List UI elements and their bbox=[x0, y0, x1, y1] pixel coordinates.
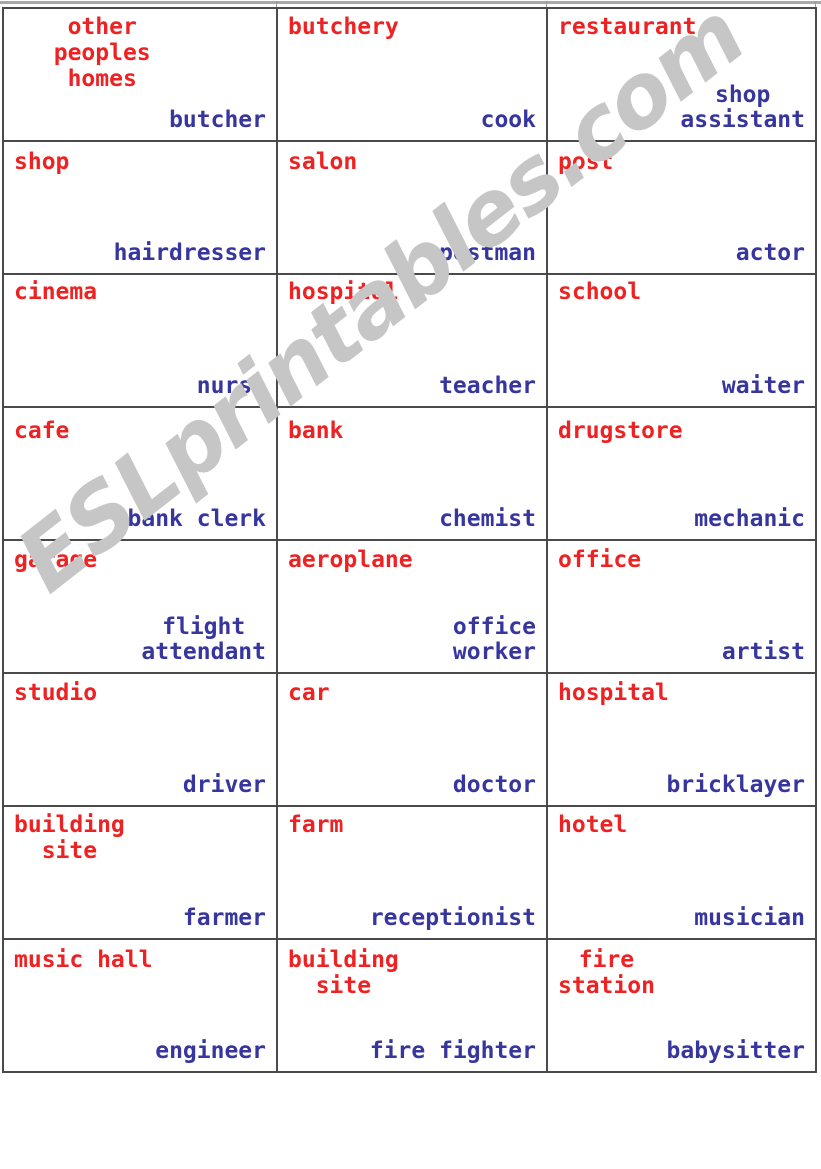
job-label: actor bbox=[735, 240, 805, 267]
job-label: fire fighter bbox=[369, 1038, 536, 1065]
job-label: driver bbox=[182, 772, 266, 799]
job-label: babysitter bbox=[666, 1038, 805, 1065]
flashcard-cell[interactable]: drugstore mechanic bbox=[546, 406, 817, 541]
place-label: bank bbox=[288, 418, 344, 444]
place-label: hotel bbox=[558, 812, 628, 838]
flashcard-cell[interactable]: building site fire fighter bbox=[276, 938, 548, 1073]
job-label: farmer bbox=[182, 905, 266, 932]
job-label: chemist bbox=[439, 506, 536, 533]
job-label: doctor bbox=[452, 772, 536, 799]
table-row: building site farmer farm receptionist h… bbox=[2, 805, 817, 940]
flashcard-cell[interactable]: music hall engineer bbox=[2, 938, 278, 1073]
place-label: studio bbox=[14, 680, 98, 706]
place-label: music hall bbox=[14, 947, 153, 973]
flashcard-cell[interactable]: hotel musician bbox=[546, 805, 817, 940]
job-label: office worker bbox=[452, 613, 536, 666]
job-label: flight attendant bbox=[141, 613, 266, 666]
job-label: engineer bbox=[155, 1038, 266, 1065]
place-label: farm bbox=[288, 812, 344, 838]
job-label: shop assistant bbox=[680, 81, 805, 134]
flashcard-cell[interactable]: salon postman bbox=[276, 140, 548, 275]
flashcard-cell[interactable]: garage flight attendant bbox=[2, 539, 278, 674]
job-label: bank clerk bbox=[127, 506, 266, 533]
table-row: cinema nurse hospital teacher school wai… bbox=[2, 273, 817, 408]
job-label: postman bbox=[439, 240, 536, 267]
job-label: teacher bbox=[439, 373, 536, 400]
place-label: fire station bbox=[558, 947, 655, 999]
flashcard-cell[interactable]: butchery cook bbox=[276, 7, 548, 142]
place-label: building site bbox=[14, 812, 125, 864]
table-row: garage flight attendant aeroplane office… bbox=[2, 539, 817, 674]
table-row: cafe bank clerk bank chemist drugstore m… bbox=[2, 406, 817, 541]
place-label: other peoples homes bbox=[53, 14, 151, 92]
job-label: waiter bbox=[721, 373, 805, 400]
flashcard-cell[interactable]: cinema nurse bbox=[2, 273, 278, 408]
flashcard-cell[interactable]: restaurant shop assistant bbox=[546, 7, 817, 142]
flashcard-cell[interactable]: post actor bbox=[546, 140, 817, 275]
job-label: mechanic bbox=[694, 506, 805, 533]
place-label: post bbox=[558, 149, 614, 175]
flashcard-cell[interactable]: bank chemist bbox=[276, 406, 548, 541]
flashcard-cell[interactable]: studio driver bbox=[2, 672, 278, 807]
flashcard-cell[interactable]: aeroplane office worker bbox=[276, 539, 548, 674]
table-row: other peoples homes butcher butchery coo… bbox=[2, 7, 817, 142]
place-label: aeroplane bbox=[288, 547, 413, 573]
place-label: restaurant bbox=[558, 14, 697, 40]
flashcard-cell[interactable]: car doctor bbox=[276, 672, 548, 807]
job-label: receptionist bbox=[369, 905, 536, 932]
place-label: building site bbox=[288, 947, 399, 999]
job-label: nurse bbox=[196, 373, 266, 400]
flashcard-cell[interactable]: building site farmer bbox=[2, 805, 278, 940]
worksheet-page: other peoples homes butcher butchery coo… bbox=[0, 0, 821, 1169]
place-label: butchery bbox=[288, 14, 399, 40]
job-label: hairdresser bbox=[113, 240, 266, 267]
job-label: cook bbox=[480, 107, 536, 134]
flashcard-cell[interactable]: hospital bricklayer bbox=[546, 672, 817, 807]
place-label: school bbox=[558, 279, 642, 305]
place-label: car bbox=[288, 680, 330, 706]
place-label: cafe bbox=[14, 418, 70, 444]
place-label: salon bbox=[288, 149, 358, 175]
place-label: drugstore bbox=[558, 418, 683, 444]
flashcard-grid: other peoples homes butcher butchery coo… bbox=[2, 7, 817, 1073]
table-row: shop hairdresser salon postman post acto… bbox=[2, 140, 817, 275]
flashcard-cell[interactable]: cafe bank clerk bbox=[2, 406, 278, 541]
flashcard-cell[interactable]: office artist bbox=[546, 539, 817, 674]
table-row: music hall engineer building site fire f… bbox=[2, 938, 817, 1073]
job-label: butcher bbox=[169, 107, 266, 134]
page-top-rule bbox=[0, 1, 821, 7]
place-label: garage bbox=[14, 547, 98, 573]
flashcard-cell[interactable]: farm receptionist bbox=[276, 805, 548, 940]
place-label: cinema bbox=[14, 279, 98, 305]
place-label: hospital bbox=[288, 279, 399, 305]
place-label: hospital bbox=[558, 680, 669, 706]
place-label: shop bbox=[14, 149, 70, 175]
flashcard-cell[interactable]: other peoples homes butcher bbox=[2, 7, 278, 142]
table-row: studio driver car doctor hospital brickl… bbox=[2, 672, 817, 807]
flashcard-cell[interactable]: shop hairdresser bbox=[2, 140, 278, 275]
flashcard-cell[interactable]: fire station babysitter bbox=[546, 938, 817, 1073]
flashcard-cell[interactable]: hospital teacher bbox=[276, 273, 548, 408]
job-label: musician bbox=[694, 905, 805, 932]
job-label: bricklayer bbox=[666, 772, 805, 799]
job-label: artist bbox=[721, 639, 805, 666]
place-label: office bbox=[558, 547, 642, 573]
flashcard-cell[interactable]: school waiter bbox=[546, 273, 817, 408]
